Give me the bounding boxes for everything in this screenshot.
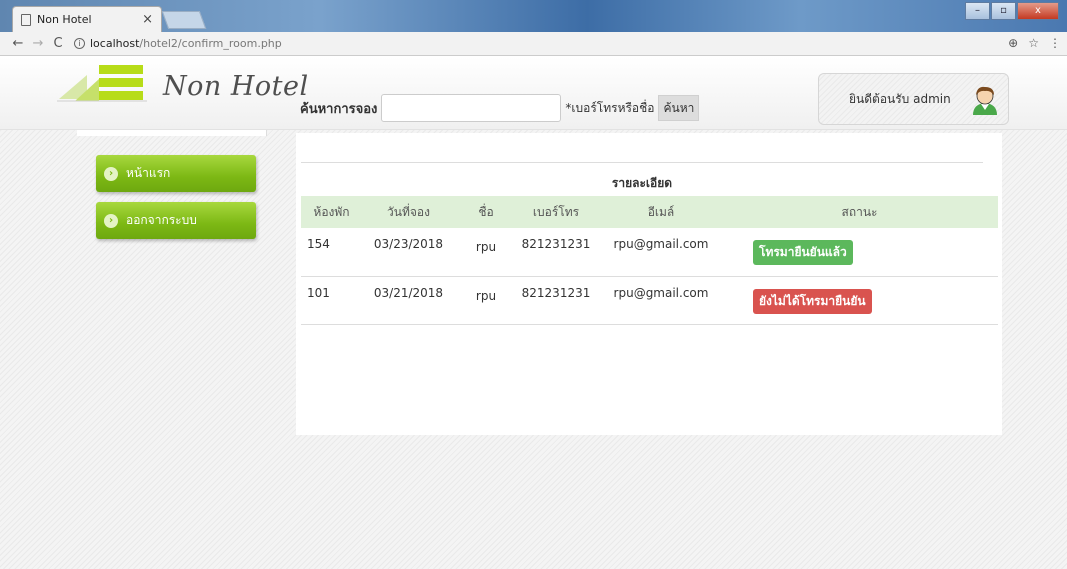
column-header-phone: เบอร์โทร [532,204,580,219]
maximize-button[interactable]: ▫ [991,2,1016,20]
search-label: ค้นหาการจอง [300,101,378,117]
back-icon[interactable]: ← [8,36,28,51]
chevron-right-icon: › [104,166,118,181]
column-header-email: อีเมล์ [647,204,675,219]
cell-name: rpu [475,288,497,303]
url-host: localhost [90,37,140,50]
address-bar: ← → C i localhost/hotel2/confirm_room.ph… [0,32,1067,56]
welcome-box: ยินดีต้อนรับ admin [818,73,1009,125]
new-tab-button[interactable] [161,11,207,29]
tab-close-icon[interactable]: × [142,12,153,27]
cell-status: โทรมายืนยันแล้ว [721,228,998,276]
divider [301,162,983,163]
cell-name: rpu [475,240,497,254]
zoom-icon[interactable]: ⊕ [1008,36,1018,50]
chevron-right-icon: › [104,213,118,228]
minimize-button[interactable]: – [965,2,990,20]
column-header-date: วันที่จอง [387,204,430,219]
sidebar-item-logout[interactable]: › ออกจากระบบ [96,202,256,239]
url-field[interactable]: i localhost/hotel2/confirm_room.php [74,37,282,50]
cell-email: rpu@gmail.com [613,285,709,300]
cell-email: rpu@gmail.com [613,237,709,251]
info-icon[interactable]: i [74,38,85,49]
window-controls: – ▫ x [965,2,1059,20]
browser-menu-icon[interactable]: ⋮ [1049,36,1061,50]
bookmark-star-icon[interactable]: ☆ [1028,36,1039,50]
column-header-name: ชื่อ [478,204,494,219]
cell-room: 154 [307,237,330,251]
user-avatar-icon[interactable] [970,84,1000,116]
tab-title: Non Hotel [37,13,92,26]
address-bar-actions: ⊕ ☆ ⋮ [1008,36,1061,50]
browser-tab[interactable]: Non Hotel × [12,6,162,32]
cell-date: 03/23/2018 [373,237,444,251]
welcome-text: ยินดีต้อนรับ admin [849,91,951,106]
sidebar-item-label: ออกจากระบบ [126,213,197,227]
sidebar-item-label: หน้าแรก [126,166,171,180]
search-row: ค้นหาการจอง *เบอร์โทรหรือชื่อ ค้นหา [300,94,700,122]
url-path: /hotel2/confirm_room.php [139,37,282,50]
search-hint: *เบอร์โทรหรือชื่อ [565,100,655,115]
column-header-room: ห้องพัก [313,204,350,219]
table-row: 101 03/21/2018 rpu 821231231 rpu@gmail.c… [301,276,998,324]
sidebar-item-home[interactable]: › หน้าแรก [96,155,256,192]
cell-phone: 821231231 [521,285,591,300]
page-icon [21,13,31,26]
table-caption: รายละเอียด [611,176,673,190]
bookings-table: ห้องพัก วันที่จอง ชื่อ เบอร์โทร อีเมล์ ส… [301,196,998,325]
sidebar-top-strip [77,130,267,136]
cell-date: 03/21/2018 [373,285,444,300]
status-badge-confirmed[interactable]: โทรมายืนยันแล้ว [753,240,853,265]
cell-room: 101 [307,285,330,300]
cell-status: ยังไม่ได้โทรมายืนยัน [721,276,998,324]
reload-icon[interactable]: C [48,36,68,51]
site-logo-text: Non Hotel [163,71,309,102]
hotel-logo-icon [57,65,147,102]
forward-icon[interactable]: → [28,36,48,51]
close-window-button[interactable]: x [1017,2,1059,20]
table-header-row: ห้องพัก วันที่จอง ชื่อ เบอร์โทร อีเมล์ ส… [301,196,998,228]
search-input[interactable] [381,94,562,122]
search-button[interactable]: ค้นหา [658,95,700,121]
browser-titlebar: Non Hotel × – ▫ x [0,0,1067,32]
table-row: 154 03/23/2018 rpu 821231231 rpu@gmail.c… [301,228,998,276]
cell-phone: 821231231 [521,237,591,251]
status-badge-unconfirmed[interactable]: ยังไม่ได้โทรมายืนยัน [753,288,872,314]
column-header-status: สถานะ [841,204,878,219]
